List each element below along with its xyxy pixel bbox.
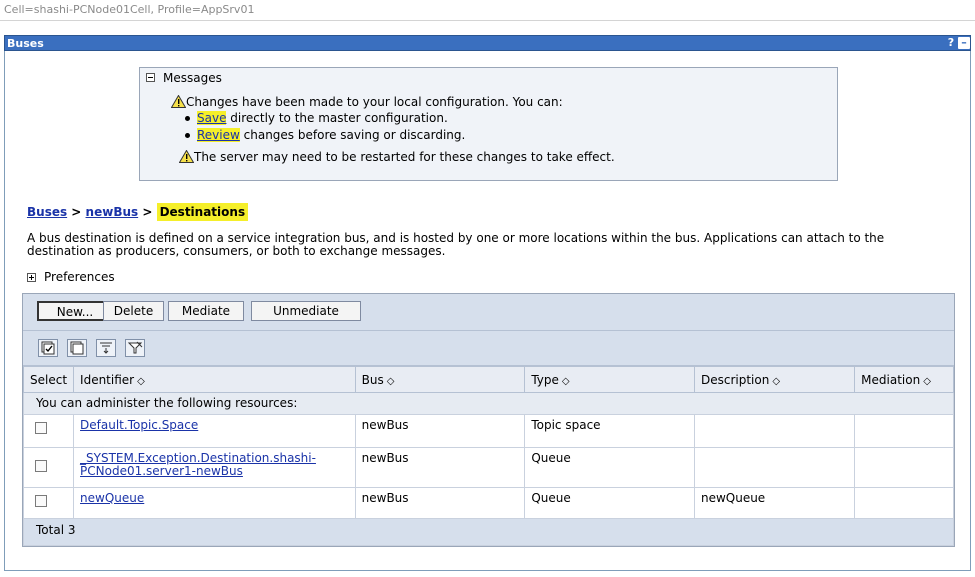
divider: [0, 20, 975, 21]
column-header-description[interactable]: Description ◇: [693, 366, 856, 393]
type-cell: Queue: [524, 447, 695, 488]
table-row: _SYSTEM.Exception.Destination.shashi-PCN…: [22, 447, 954, 488]
mediation-cell: [854, 447, 954, 488]
messages-changes-line: Changes have been made to your local con…: [171, 95, 563, 109]
column-header-type[interactable]: Type ◇: [524, 366, 695, 393]
bus-cell: newBus: [354, 487, 526, 519]
breadcrumb-separator: >: [67, 205, 86, 219]
sort-icon[interactable]: ◇: [387, 376, 395, 387]
select-all-icon[interactable]: [38, 339, 58, 357]
save-text: directly to the master configuration.: [226, 111, 448, 125]
type-cell: Queue: [524, 487, 695, 519]
breadcrumb: Buses > newBus > Destinations: [27, 203, 249, 221]
description-cell: [693, 414, 856, 448]
row-checkbox[interactable]: [35, 422, 47, 434]
review-link[interactable]: Review: [197, 128, 240, 142]
sort-icon[interactable]: ◇: [562, 376, 570, 387]
table-header-row: Select Identifier ◇ Bus ◇ Type ◇ Descriptio…: [22, 366, 954, 393]
unmediate-button[interactable]: Unmediate: [251, 301, 361, 321]
identifier-link[interactable]: _SYSTEM.Exception.Destination.shashi-PCN…: [80, 451, 316, 478]
deselect-all-icon[interactable]: [67, 339, 87, 357]
bullet-icon: [185, 133, 190, 138]
messages-restart-line: The server may need to be restarted for …: [179, 150, 615, 164]
bullet-icon: [185, 116, 190, 121]
minimize-icon[interactable]: –: [958, 37, 970, 49]
collapse-messages-icon[interactable]: [146, 73, 155, 82]
type-cell: Topic space: [524, 414, 695, 448]
scope-label: Cell=shashi-PCNode01Cell, Profile=AppSrv…: [4, 3, 255, 16]
messages-review-line: Review changes before saving or discardi…: [185, 128, 465, 142]
identifier-link[interactable]: newQueue: [80, 491, 144, 505]
identifier-cell: Default.Topic.Space: [73, 414, 356, 448]
breadcrumb-separator: >: [138, 205, 157, 219]
column-header-select: Select: [22, 366, 75, 393]
icon-toolbar: [23, 331, 954, 366]
expand-icon[interactable]: [27, 273, 36, 282]
sort-icon[interactable]: ◇: [923, 376, 931, 387]
sort-icon[interactable]: ◇: [137, 376, 145, 387]
table-total-row: Total 3: [23, 518, 954, 546]
row-select-cell: [22, 414, 75, 448]
new-button[interactable]: New...: [37, 301, 113, 321]
portlet-titlebar: Buses ? –: [4, 35, 971, 51]
column-header-identifier[interactable]: Identifier ◇: [73, 366, 356, 393]
show-filter-icon[interactable]: [96, 339, 116, 357]
breadcrumb-current: Destinations: [156, 203, 249, 221]
identifier-link[interactable]: Default.Topic.Space: [80, 418, 198, 432]
row-select-cell: [22, 487, 75, 519]
help-icon[interactable]: ?: [945, 37, 957, 49]
review-text: changes before saving or discarding.: [239, 128, 466, 142]
bus-cell: newBus: [354, 447, 526, 488]
save-link[interactable]: Save: [197, 111, 227, 125]
messages-title: Messages: [163, 71, 222, 85]
delete-button[interactable]: Delete: [103, 301, 164, 321]
description-cell: [693, 447, 856, 488]
preferences-toggle[interactable]: Preferences: [27, 270, 115, 284]
row-checkbox[interactable]: [35, 495, 47, 507]
breadcrumb-newbus-link[interactable]: newBus: [86, 205, 139, 219]
restart-text: The server may need to be restarted for …: [194, 150, 615, 164]
clear-filter-icon[interactable]: [125, 339, 145, 357]
button-toolbar: New... Delete Mediate Unmediate: [23, 294, 954, 331]
warning-icon: [171, 95, 186, 108]
messages-box: Messages Changes have been made to your …: [139, 67, 838, 181]
breadcrumb-buses-link[interactable]: Buses: [27, 205, 67, 219]
destinations-table: Select Identifier ◇ Bus ◇ Type ◇ Descriptio…: [22, 366, 954, 546]
table-row: Default.Topic.Space newBus Topic space: [22, 414, 954, 448]
identifier-cell: _SYSTEM.Exception.Destination.shashi-PCN…: [73, 447, 356, 488]
total-count: Total 3: [23, 518, 954, 546]
sort-icon[interactable]: ◇: [772, 376, 780, 387]
page-description: A bus destination is defined on a servic…: [27, 231, 885, 258]
warning-icon: [179, 150, 194, 163]
identifier-cell: newQueue: [73, 487, 356, 519]
messages-save-line: Save directly to the master configuratio…: [185, 111, 448, 125]
table-info-row: You can administer the following resourc…: [23, 392, 954, 415]
column-header-bus[interactable]: Bus ◇: [354, 366, 526, 393]
portlet-title: Buses: [7, 37, 44, 50]
row-checkbox[interactable]: [35, 460, 47, 472]
table-row: newQueue newBus Queue newQueue: [22, 487, 954, 519]
column-header-mediation[interactable]: Mediation ◇: [854, 366, 954, 393]
preferences-label: Preferences: [44, 270, 115, 284]
mediation-cell: [854, 487, 954, 519]
mediate-button[interactable]: Mediate: [168, 301, 244, 321]
mediation-cell: [854, 414, 954, 448]
destinations-collection: New... Delete Mediate Unmediate Select I…: [22, 293, 955, 547]
messages-changes-text: Changes have been made to your local con…: [186, 95, 563, 109]
bus-cell: newBus: [354, 414, 526, 448]
row-select-cell: [22, 447, 75, 488]
description-cell: newQueue: [693, 487, 856, 519]
table-info-text: You can administer the following resourc…: [23, 392, 954, 415]
